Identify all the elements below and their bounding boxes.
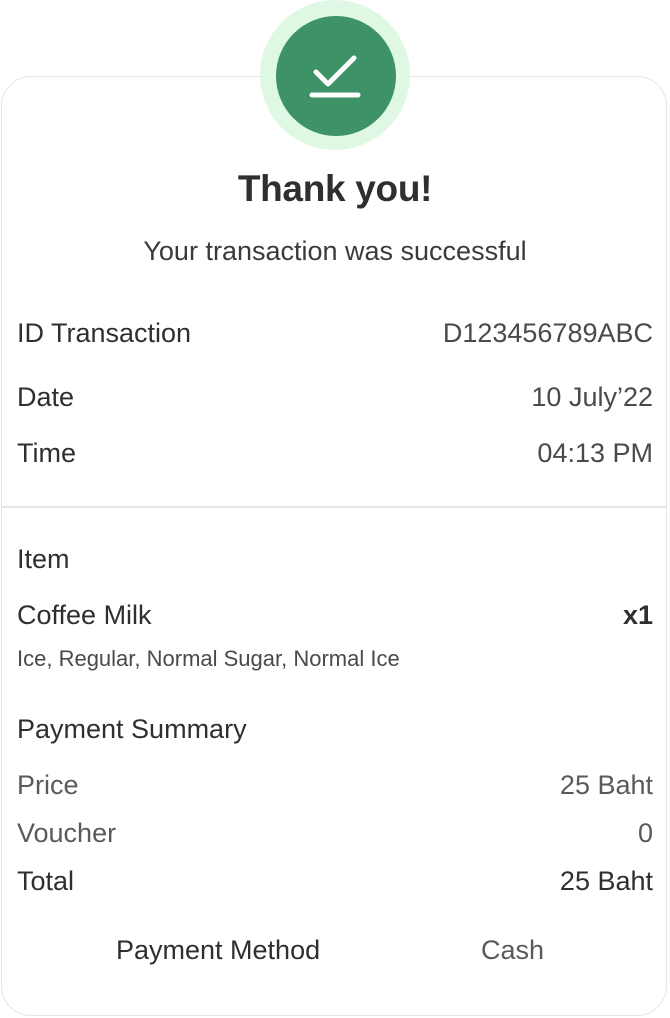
check-icon bbox=[276, 16, 396, 136]
date-row: Date 10 July’22 bbox=[17, 382, 653, 413]
transaction-id-value: D123456789ABC bbox=[442, 318, 653, 348]
section-divider bbox=[2, 506, 666, 508]
voucher-value: 0 bbox=[637, 818, 653, 848]
item-name: Coffee Milk bbox=[17, 600, 152, 630]
payment-method-label: Payment Method bbox=[116, 935, 321, 965]
voucher-label: Voucher bbox=[17, 818, 117, 848]
page-title: Thank you! bbox=[237, 168, 433, 209]
item-quantity: x1 bbox=[622, 600, 653, 630]
transaction-id-row: ID Transaction D123456789ABC bbox=[17, 318, 653, 349]
item-section-title: Item bbox=[17, 544, 70, 574]
page-subtitle: Your transaction was successful bbox=[143, 236, 527, 266]
item-options: Ice, Regular, Normal Sugar, Normal Ice bbox=[17, 646, 400, 671]
price-value: 25 Baht bbox=[559, 770, 653, 800]
payment-summary-title: Payment Summary bbox=[17, 714, 247, 744]
time-row: Time 04:13 PM bbox=[17, 438, 653, 469]
voucher-row: Voucher 0 bbox=[17, 818, 653, 849]
item-row: Coffee Milk x1 bbox=[17, 600, 653, 631]
transaction-id-label: ID Transaction bbox=[17, 318, 192, 348]
total-row: Total 25 Baht bbox=[17, 866, 653, 897]
price-label: Price bbox=[17, 770, 79, 800]
total-value: 25 Baht bbox=[559, 866, 653, 896]
payment-method-value: Cash bbox=[481, 935, 545, 965]
price-row: Price 25 Baht bbox=[17, 770, 653, 801]
date-label: Date bbox=[17, 382, 75, 412]
time-label: Time bbox=[17, 438, 76, 468]
time-value: 04:13 PM bbox=[537, 438, 653, 468]
date-value: 10 July’22 bbox=[531, 382, 653, 412]
total-label: Total bbox=[17, 866, 75, 896]
